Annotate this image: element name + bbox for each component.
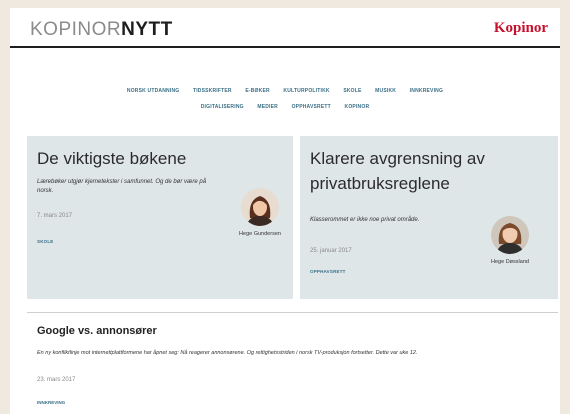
card-category-link[interactable]: Opphavsrett — [310, 269, 346, 274]
site-header: KOPINORNYTT Kopinor — [10, 8, 560, 48]
card-category-link[interactable]: Skole — [37, 239, 54, 244]
nav-item-kopinor[interactable]: Kopinor — [345, 102, 370, 112]
article-category-link[interactable]: Innkreving — [37, 400, 65, 405]
nav-item-opphavsrett[interactable]: Opphavsrett — [292, 102, 331, 112]
card-summary: Klasserommet er ikke noe privat område. — [310, 217, 420, 223]
avatar — [241, 188, 279, 226]
author-block: Hege Gundersen — [230, 188, 290, 238]
nav-row-1: Norsk utdanning Tidsskrifter E-bøker Kul… — [10, 86, 560, 102]
author-name: Hege Døssland — [491, 259, 529, 265]
article-title[interactable]: Google vs. annonsører — [37, 325, 157, 337]
featured-card-1[interactable]: De viktigste bøkene Lærebøker utgjør kje… — [27, 136, 293, 299]
nav-item-tidsskrifter[interactable]: Tidsskrifter — [193, 86, 232, 96]
section-divider — [27, 312, 558, 313]
author-name: Hege Gundersen — [239, 231, 281, 237]
nav-item-norsk-utdanning[interactable]: Norsk utdanning — [127, 86, 179, 96]
nav-item-e-boker[interactable]: E-bøker — [245, 86, 269, 96]
card-date: 25. januar 2017 — [310, 248, 352, 254]
site-title[interactable]: KOPINORNYTT — [30, 19, 173, 41]
nav-item-skole[interactable]: Skole — [343, 86, 361, 96]
site-title-light: KOPINOR — [30, 19, 122, 40]
card-title[interactable]: De viktigste bøkene — [37, 146, 277, 171]
nav-item-innkreving[interactable]: Innkreving — [410, 86, 443, 96]
card-summary: Lærebøker utgjør kjernetekster i samfunn… — [37, 179, 207, 194]
featured-card-2[interactable]: Klarere avgrensning av privatbruksreglen… — [300, 136, 558, 299]
card-date: 7. mars 2017 — [37, 213, 73, 219]
article-date: 23. mars 2017 — [37, 377, 76, 383]
category-nav: Norsk utdanning Tidsskrifter E-bøker Kul… — [10, 86, 560, 118]
nav-item-kulturpolitikk[interactable]: Kulturpolitikk — [283, 86, 329, 96]
nav-item-musikk[interactable]: Musikk — [375, 86, 396, 96]
nav-item-digitalisering[interactable]: Digitalisering — [201, 102, 244, 112]
page: KOPINORNYTT Kopinor Norsk utdanning Tids… — [10, 8, 560, 414]
author-block: Hege Døssland — [480, 216, 540, 266]
nav-item-medier[interactable]: Medier — [257, 102, 278, 112]
article-summary: En ny konfliktlinje mot internettplattfo… — [37, 350, 418, 356]
kopinor-logo[interactable]: Kopinor — [494, 20, 548, 37]
nav-row-2: Digitalisering Medier Opphavsrett Kopino… — [10, 102, 560, 118]
card-title[interactable]: Klarere avgrensning av privatbruksreglen… — [310, 146, 530, 196]
avatar — [491, 216, 529, 254]
site-title-bold: NYTT — [121, 19, 173, 40]
